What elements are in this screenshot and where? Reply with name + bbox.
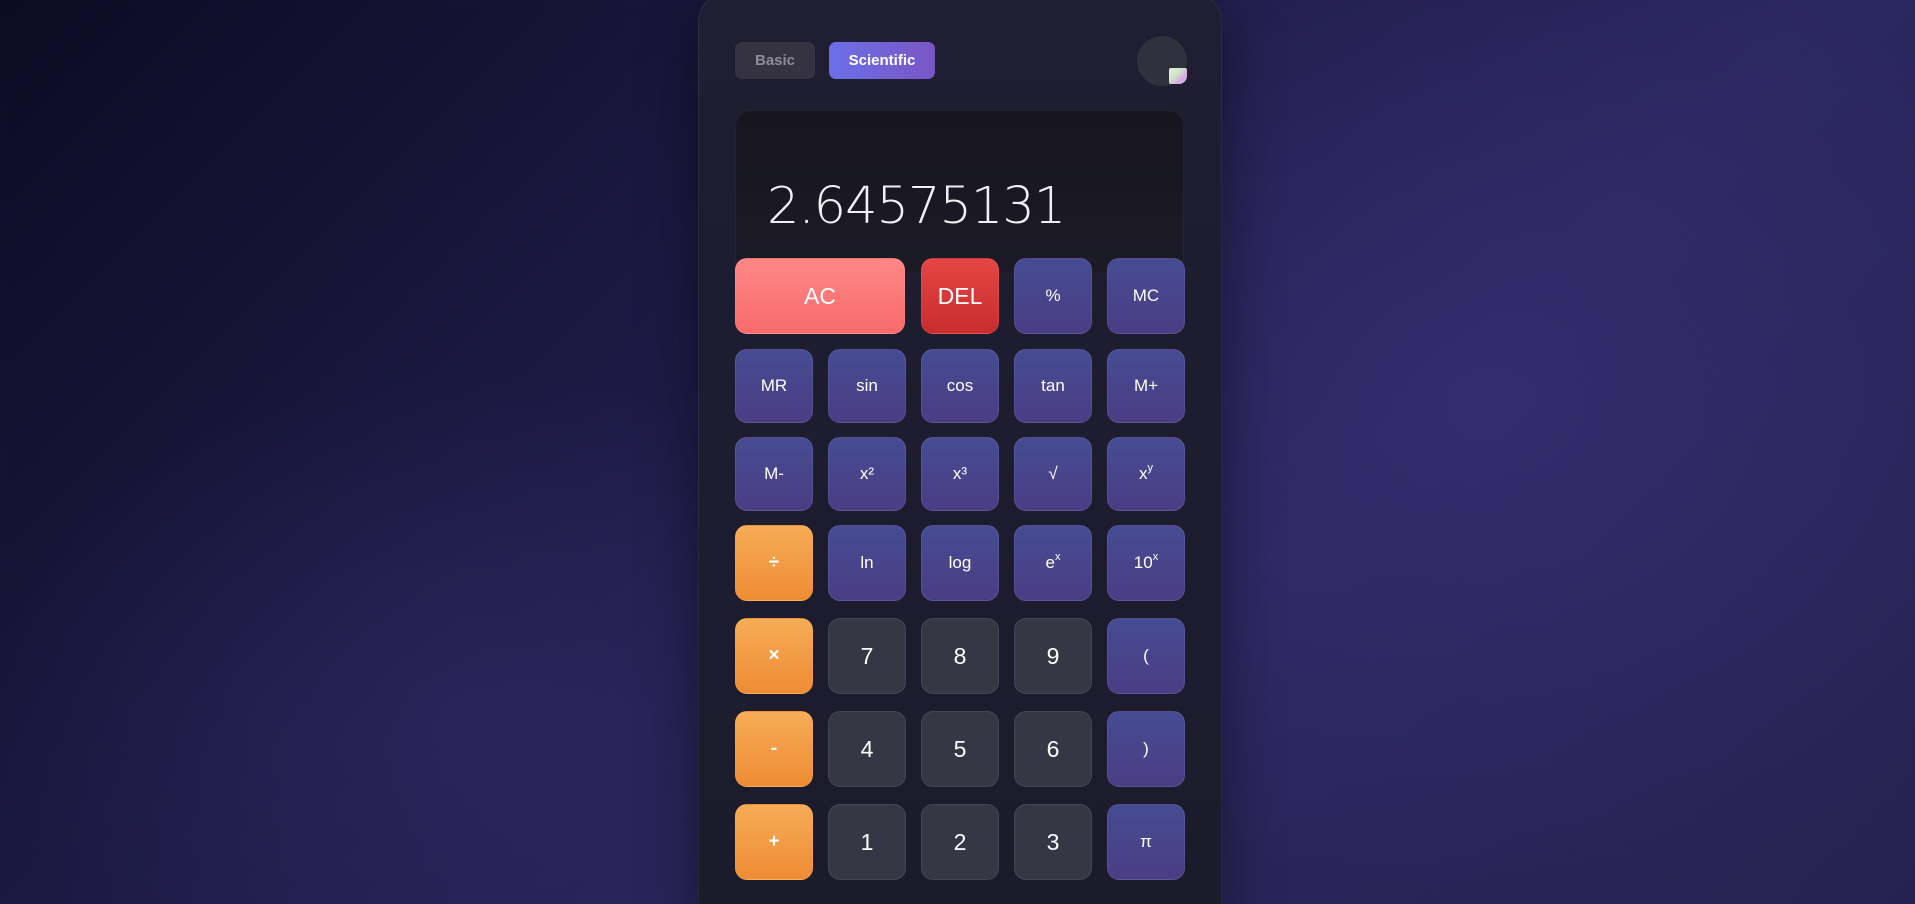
left-paren-button[interactable]: ( [1107,618,1185,694]
all-clear-button[interactable]: AC [735,258,905,334]
subtract-button[interactable]: - [735,711,813,787]
exp-button[interactable]: ex [1014,525,1092,601]
cos-button[interactable]: cos [921,349,999,423]
memory-recall-button[interactable]: MR [735,349,813,423]
multiply-button[interactable]: × [735,618,813,694]
ln-button[interactable]: ln [828,525,906,601]
percent-button[interactable]: % [1014,258,1092,334]
ten-power-exponent-label: x [1152,551,1159,563]
digit-9-button[interactable]: 9 [1014,618,1092,694]
display-value: 2.64575131 [767,177,1066,236]
exp-base-label: e [1045,553,1055,572]
digit-6-button[interactable]: 6 [1014,711,1092,787]
theme-icon [1169,68,1187,84]
digit-1-button[interactable]: 1 [828,804,906,880]
power-exponent-label: y [1147,462,1154,474]
tan-button[interactable]: tan [1014,349,1092,423]
calculator-display: 2.64575131 [735,110,1184,273]
right-paren-button[interactable]: ) [1107,711,1185,787]
memory-subtract-button[interactable]: M- [735,437,813,511]
power-button[interactable]: xy [1107,437,1185,511]
memory-clear-button[interactable]: MC [1107,258,1185,334]
mode-basic-button[interactable]: Basic [735,42,815,79]
ten-power-button[interactable]: 10 x [1107,525,1185,601]
digit-4-button[interactable]: 4 [828,711,906,787]
digit-3-button[interactable]: 3 [1014,804,1092,880]
pi-button[interactable]: π [1107,804,1185,880]
ten-power-base-label: 10 [1133,553,1153,572]
digit-8-button[interactable]: 8 [921,618,999,694]
add-button[interactable]: + [735,804,813,880]
calculator-panel: Basic Scientific 2.64575131 AC DEL % MC … [698,0,1222,904]
digit-2-button[interactable]: 2 [921,804,999,880]
square-root-button[interactable]: √ [1014,437,1092,511]
digit-5-button[interactable]: 5 [921,711,999,787]
mode-scientific-button[interactable]: Scientific [829,42,935,79]
delete-button[interactable]: DEL [921,258,999,334]
square-button[interactable]: x² [828,437,906,511]
power-base-label: x [1139,464,1148,483]
exp-exponent-label: x [1054,551,1061,563]
theme-toggle-button[interactable] [1137,36,1187,86]
sin-button[interactable]: sin [828,349,906,423]
memory-add-button[interactable]: M+ [1107,349,1185,423]
cube-button[interactable]: x³ [921,437,999,511]
divide-button[interactable]: ÷ [735,525,813,601]
digit-7-button[interactable]: 7 [828,618,906,694]
log-button[interactable]: log [921,525,999,601]
